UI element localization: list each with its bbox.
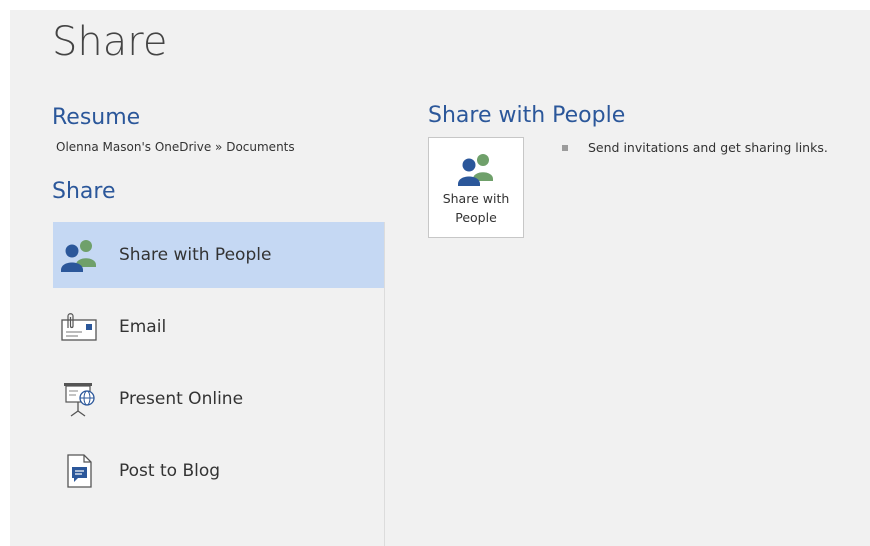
share-with-people-button[interactable]: Share with People [428, 137, 524, 238]
share-option-share-with-people[interactable]: Share with People [53, 222, 384, 288]
post-to-blog-icon [59, 453, 99, 489]
panel-description: Send invitations and get sharing links. [562, 140, 828, 155]
panel-heading: Share with People [428, 103, 626, 128]
share-with-people-button-label: Share with People [442, 191, 510, 225]
share-people-icon [458, 154, 493, 186]
share-option-present-online[interactable]: Present Online [53, 366, 384, 432]
resume-location-path: Olenna Mason's OneDrive » Documents [56, 140, 295, 154]
share-option-post-to-blog[interactable]: Post to Blog [53, 438, 384, 504]
share-option-label: Email [119, 317, 167, 337]
resume-heading: Resume [52, 105, 141, 130]
share-option-label: Present Online [119, 389, 244, 409]
share-option-email[interactable]: Email [53, 294, 384, 360]
share-options-list: Share with People Email Present Online P… [53, 222, 384, 510]
share-option-label: Share with People [119, 245, 272, 265]
share-people-icon [59, 237, 99, 273]
panel-description-text: Send invitations and get sharing links. [588, 140, 828, 155]
share-option-label: Post to Blog [119, 461, 221, 481]
bullet-icon [562, 144, 568, 151]
share-heading: Share [52, 179, 116, 204]
pane-divider [384, 222, 385, 546]
present-online-icon [59, 381, 99, 417]
email-icon [59, 309, 99, 345]
backstage-share-view: Share Resume Olenna Mason's OneDrive » D… [10, 10, 870, 546]
page-title: Share [52, 19, 168, 65]
